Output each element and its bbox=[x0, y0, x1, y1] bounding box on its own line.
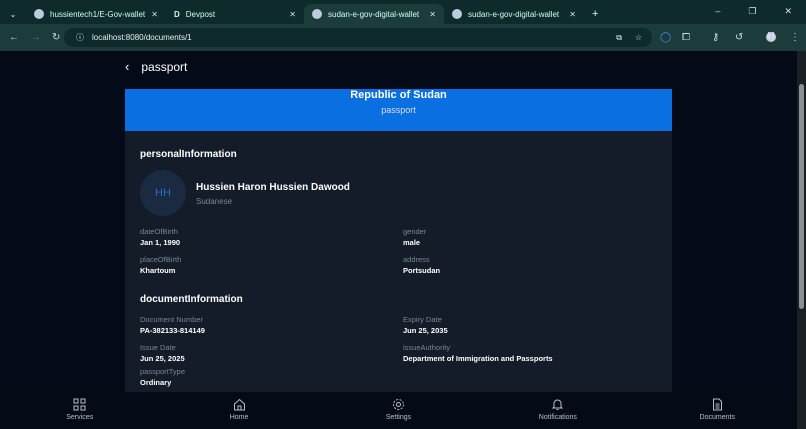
card-banner: Republic of Sudan passport bbox=[125, 89, 672, 131]
nav-notifications[interactable]: Notifications bbox=[508, 392, 608, 429]
nationality: Sudanese bbox=[196, 197, 233, 206]
passport-card: Republic of Sudan passport personalInfor… bbox=[125, 89, 672, 392]
url-input[interactable]: ⓘ localhost:8080/documents/1 ⧉ ☆ bbox=[64, 28, 652, 47]
scrollbar[interactable] bbox=[797, 51, 806, 429]
globe-icon bbox=[452, 9, 462, 19]
github-icon bbox=[34, 9, 44, 19]
menu-icon[interactable]: ⋮ bbox=[790, 32, 800, 43]
extensions-icon[interactable]: ⧠ bbox=[682, 32, 690, 43]
field-dob: dateOfBirth Jan 1, 1990 bbox=[140, 227, 181, 247]
close-window-icon[interactable]: ✕ bbox=[784, 6, 792, 17]
document-icon bbox=[712, 398, 722, 411]
field-gender: gender male bbox=[403, 227, 427, 247]
field-address: address Portsudan bbox=[403, 255, 441, 275]
avatar[interactable]: H bbox=[766, 32, 776, 42]
address-bar-row: ← → ↻ ⓘ localhost:8080/documents/1 ⧉ ☆ ◯ ⧠… bbox=[0, 24, 806, 51]
document-type: passport bbox=[381, 105, 416, 115]
translate-icon[interactable]: ⧉ bbox=[616, 33, 622, 43]
bottom-nav: Services Home Settings Notifications Doc… bbox=[0, 392, 797, 429]
history-icon[interactable]: ↺ bbox=[735, 32, 743, 43]
globe-icon bbox=[312, 9, 322, 19]
field-doc-number: Document Number PA-382133-814149 bbox=[140, 315, 205, 335]
site-info-icon[interactable]: ⓘ bbox=[76, 32, 84, 43]
app-page: ‹ passport Republic of Sudan passport pe… bbox=[0, 51, 797, 392]
page-title: passport bbox=[141, 59, 188, 74]
field-passport-type: passportType Ordinary bbox=[140, 367, 186, 387]
scrollbar-thumb[interactable] bbox=[799, 84, 804, 309]
field-issue-date: Issue Date Jun 25, 2025 bbox=[140, 343, 185, 363]
nav-services[interactable]: Services bbox=[30, 392, 130, 429]
tab-search-button[interactable]: ⌄ bbox=[0, 4, 26, 24]
nav-home[interactable]: Home bbox=[189, 392, 289, 429]
close-icon[interactable]: ✕ bbox=[151, 10, 158, 19]
personal-heading: personalInformation bbox=[140, 149, 237, 160]
back-button[interactable]: ‹ bbox=[125, 59, 129, 74]
forward-icon[interactable]: → bbox=[31, 32, 41, 43]
browser-tab-bar: ⌄ hussientech1/E-Gov-wallet ✕ D Devpost ✕ s… bbox=[0, 0, 806, 24]
tab-wallet-active[interactable]: sudan-e-gov-digital-wallet ✕ bbox=[304, 4, 444, 24]
new-tab-button[interactable]: + bbox=[584, 4, 606, 24]
close-icon[interactable]: ✕ bbox=[289, 10, 296, 19]
avatar: HH bbox=[140, 170, 186, 216]
tab-devpost[interactable]: D Devpost ✕ bbox=[166, 4, 304, 24]
nav-settings[interactable]: Settings bbox=[348, 392, 448, 429]
tab-wallet[interactable]: sudan-e-gov-digital-wallet ✕ bbox=[444, 4, 584, 24]
field-authority: issueAuthority Department of Immigration … bbox=[403, 343, 553, 363]
minimize-icon[interactable]: – bbox=[715, 6, 720, 17]
holder-name: Hussien Haron Hussien Dawood bbox=[196, 182, 350, 193]
document-heading: documentInformation bbox=[140, 294, 243, 305]
star-icon[interactable]: ☆ bbox=[635, 33, 642, 42]
gear-icon bbox=[392, 399, 404, 410]
country-name: Republic of Sudan bbox=[350, 89, 447, 101]
bell-icon bbox=[552, 399, 564, 410]
close-icon[interactable]: ✕ bbox=[569, 10, 576, 19]
close-icon[interactable]: ✕ bbox=[429, 10, 436, 19]
home-icon bbox=[233, 398, 245, 411]
extension-icon[interactable]: ◯ bbox=[660, 32, 671, 43]
restore-icon[interactable]: ❐ bbox=[748, 6, 756, 17]
page-header: ‹ passport bbox=[125, 59, 187, 74]
password-icon[interactable]: ⚷ bbox=[712, 32, 719, 43]
field-expiry: Expiry Date Jun 25, 2035 bbox=[403, 315, 448, 335]
reload-icon[interactable]: ↻ bbox=[52, 32, 60, 43]
nav-documents[interactable]: Documents bbox=[667, 392, 767, 429]
devpost-icon: D bbox=[174, 9, 180, 19]
grid-icon bbox=[73, 398, 86, 411]
back-icon[interactable]: ← bbox=[9, 32, 19, 43]
field-pob: placeOfBirth Khartoum bbox=[140, 255, 182, 275]
tab-github[interactable]: hussientech1/E-Gov-wallet ✕ bbox=[26, 4, 166, 24]
